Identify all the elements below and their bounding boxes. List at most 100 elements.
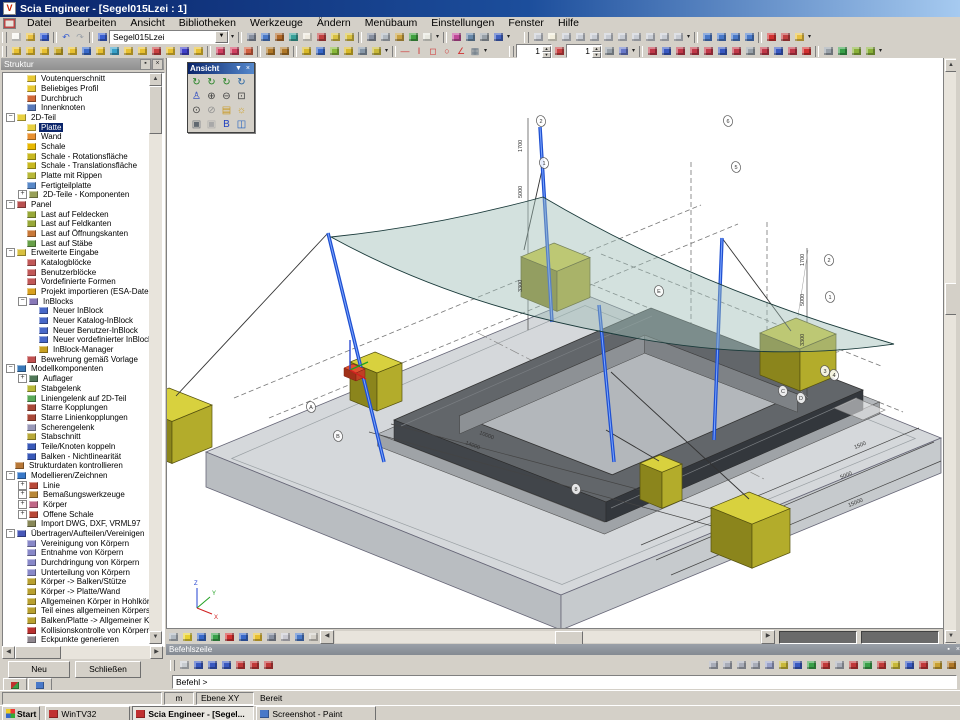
snap-circle-icon[interactable]: [734, 659, 748, 672]
taskbar-item[interactable]: WinTV32: [45, 706, 130, 720]
spinner-buttons[interactable]: ▲▼: [542, 46, 551, 56]
tree-scroll-thumb[interactable]: [149, 86, 162, 134]
snap-length-icon[interactable]: [944, 659, 958, 672]
connection-icon[interactable]: [715, 45, 729, 58]
taskbar-item[interactable]: Screenshot - Paint: [256, 706, 376, 720]
snap-tangent-icon[interactable]: [860, 659, 874, 672]
tree-item[interactable]: −InBlocks: [3, 296, 149, 306]
layer-spinner[interactable]: 1▲▼: [566, 44, 602, 58]
expand-icon[interactable]: +: [18, 481, 27, 490]
calc-doc-icon[interactable]: [420, 31, 434, 44]
undo-icon[interactable]: ↶: [59, 31, 73, 44]
snap-free-icon[interactable]: [706, 659, 720, 672]
menu-item-7[interactable]: Einstellungen: [424, 17, 501, 30]
camera-prev-icon[interactable]: ▣: [204, 117, 219, 131]
render-window-icon[interactable]: ◫: [234, 117, 249, 131]
dropdown-arrow-icon[interactable]: ▾: [505, 31, 512, 44]
project-manager-icon[interactable]: [244, 31, 258, 44]
tree-item[interactable]: −Modellkomponenten: [3, 364, 149, 374]
export-icon[interactable]: [286, 31, 300, 44]
plumb-icon[interactable]: [194, 631, 208, 644]
mdi-child-icon[interactable]: [3, 18, 16, 29]
menu-item-3[interactable]: Bibliotheken: [172, 17, 243, 30]
activity-icon[interactable]: [764, 31, 778, 44]
start-button[interactable]: Start: [2, 706, 40, 720]
view-frame-icon[interactable]: [657, 31, 671, 44]
snap-line-icon[interactable]: [902, 659, 916, 672]
rotate-z-icon[interactable]: ↻: [219, 75, 234, 89]
beam-section-icon[interactable]: [149, 45, 163, 58]
tree-item[interactable]: Teil eines allgemeinen Körpers zu Ba: [3, 606, 149, 616]
tools-icon[interactable]: [863, 45, 877, 58]
snap-grid-icon[interactable]: [720, 659, 734, 672]
dropdown-arrow-icon[interactable]: ▾: [806, 31, 813, 44]
spinner-buttons[interactable]: ▲▼: [592, 46, 601, 56]
viewport-hscrollbar[interactable]: [335, 631, 760, 643]
menu-item-5[interactable]: Ändern: [310, 17, 358, 30]
mask-icon[interactable]: [314, 31, 328, 44]
tree-item[interactable]: Starre Linienkopplungen: [3, 413, 149, 423]
snap-edge-icon[interactable]: [846, 659, 860, 672]
tree-item[interactable]: Last auf Öffnungskanten: [3, 229, 149, 239]
close-icon[interactable]: ×: [244, 65, 252, 72]
load-tool-icon[interactable]: [355, 45, 369, 58]
view-frame-icon[interactable]: [587, 31, 601, 44]
structure-panel-header[interactable]: Struktur ▪ ×: [1, 58, 164, 70]
collapse-icon[interactable]: −: [6, 248, 15, 257]
tree-item[interactable]: Vordefinierte Formen: [3, 277, 149, 287]
diamond-icon[interactable]: [799, 45, 813, 58]
tree-item[interactable]: Voutenquerschnitt: [3, 74, 149, 84]
print-preview-icon[interactable]: [378, 31, 392, 44]
view-frame-icon[interactable]: [671, 31, 685, 44]
zoom-window-icon[interactable]: ⊡: [234, 89, 249, 103]
pin-icon[interactable]: ▪: [140, 59, 151, 70]
tree-item[interactable]: Platte: [3, 122, 149, 132]
status-plane[interactable]: Ebene XY: [196, 692, 254, 705]
collapse-icon[interactable]: −: [6, 364, 15, 373]
3d-viewport[interactable]: 1700500033001700500033001000014000150050…: [166, 58, 944, 628]
axis-icon[interactable]: [264, 631, 278, 644]
beam-section-icon[interactable]: [191, 45, 205, 58]
connection-icon[interactable]: [771, 45, 785, 58]
snap-arc-icon[interactable]: [930, 659, 944, 672]
light-icon[interactable]: ☼: [234, 103, 249, 117]
snap-green-icon[interactable]: [804, 659, 818, 672]
command-input[interactable]: Befehl >: [172, 675, 957, 689]
rotate-free-icon[interactable]: ↻: [234, 75, 249, 89]
tree-item[interactable]: Körper -> Platte/Wand: [3, 587, 149, 597]
new-button[interactable]: Neu: [8, 661, 70, 678]
menu-item-9[interactable]: Hilfe: [551, 17, 586, 30]
expand-icon[interactable]: +: [18, 500, 27, 509]
tree-item[interactable]: Allgemeinen Körper in Hohlkörper: [3, 596, 149, 606]
tree-item[interactable]: Last auf Stäbe: [3, 238, 149, 248]
tree-item[interactable]: −Panel: [3, 200, 149, 210]
pin-icon[interactable]: ▪: [944, 646, 952, 653]
load-tool-icon[interactable]: [341, 45, 355, 58]
tree-item[interactable]: +Körper: [3, 500, 149, 510]
view-frame-icon[interactable]: [545, 31, 559, 44]
view-folder-icon[interactable]: ▤: [219, 103, 234, 117]
connection-icon[interactable]: [743, 45, 757, 58]
beam-section-icon[interactable]: [79, 45, 93, 58]
expand-icon[interactable]: +: [18, 510, 27, 519]
connection-icon[interactable]: [645, 45, 659, 58]
gallery-icon[interactable]: [328, 31, 342, 44]
connection-icon[interactable]: [729, 45, 743, 58]
layers-icon[interactable]: [258, 31, 272, 44]
snap-ortho-icon[interactable]: [790, 659, 804, 672]
load-tool-icon[interactable]: [313, 45, 327, 58]
tree-item[interactable]: −Modellieren/Zeichnen: [3, 471, 149, 481]
dropdown-arrow-icon[interactable]: ▾: [685, 31, 692, 44]
zoom-all-icon[interactable]: ⊙: [189, 103, 204, 117]
tree-item[interactable]: Last auf Feldkanten: [3, 219, 149, 229]
plate-icon[interactable]: ◻: [426, 45, 440, 58]
tree-item[interactable]: Körper -> Balken/Stütze: [3, 577, 149, 587]
abc-check-icon[interactable]: [236, 631, 250, 644]
tree-item[interactable]: Stabgelenk: [3, 384, 149, 394]
beam-section-icon[interactable]: [51, 45, 65, 58]
tree-item[interactable]: Scherengelenk: [3, 422, 149, 432]
tree-item[interactable]: Durchdringung von Körpern: [3, 558, 149, 568]
tree-item[interactable]: +Bemaßungswerkzeuge: [3, 490, 149, 500]
node-pair-icon[interactable]: [263, 45, 277, 58]
circle-icon[interactable]: ○: [440, 45, 454, 58]
